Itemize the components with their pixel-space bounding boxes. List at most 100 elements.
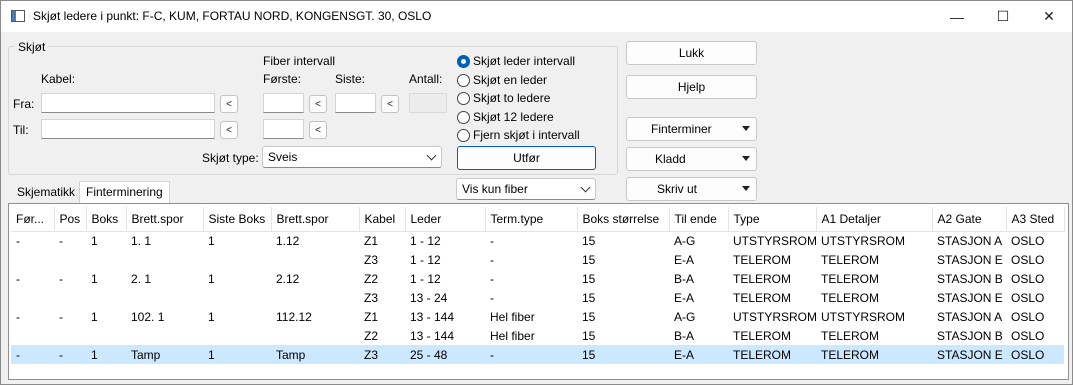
radio-skjot-en-leder[interactable]: Skjøt en leder bbox=[457, 73, 547, 87]
table-cell: UTSTYRSROM bbox=[733, 309, 816, 324]
table-row[interactable]: - -1 Tamp 1 Tamp Z3 25 - 48-15 E-A TELEROM TELERO… bbox=[11, 345, 1064, 364]
column-header[interactable]: Brett.spor bbox=[126, 207, 204, 232]
column-header[interactable]: Leder bbox=[405, 207, 486, 232]
chevron-down-icon bbox=[426, 150, 437, 161]
table-cell: - bbox=[59, 271, 63, 286]
table-cell bbox=[271, 326, 359, 345]
column-header[interactable]: Type bbox=[728, 207, 817, 232]
table-cell: TELEROM bbox=[821, 290, 880, 305]
table-row[interactable]: - - 1 102. 1 1 112.12 Z1 13 - 144 Hel fiber 15 A-G… bbox=[11, 307, 1064, 326]
skjot-type-label: Skjøt type: bbox=[202, 151, 259, 165]
table-cell: - bbox=[16, 271, 20, 286]
forste-til-pick-button[interactable]: < bbox=[309, 121, 327, 139]
table-cell: TELEROM bbox=[816, 345, 932, 364]
column-header[interactable]: Brett.spor bbox=[271, 207, 360, 232]
table-cell: Z3 bbox=[364, 252, 379, 267]
dropdown-arrow-icon[interactable] bbox=[742, 156, 750, 161]
column-header[interactable]: A3 Sted bbox=[1006, 207, 1065, 232]
finterminer-button[interactable]: Finterminer bbox=[626, 117, 757, 141]
radio-label: Skjøt en leder bbox=[473, 73, 548, 87]
maximize-button[interactable]: ☐ bbox=[980, 1, 1026, 32]
skjot-type-select[interactable]: Sveis bbox=[262, 146, 442, 168]
forste-fra-input[interactable] bbox=[263, 93, 304, 113]
column-header[interactable]: A2 Gate bbox=[932, 207, 1007, 232]
column-header[interactable]: Siste Boks bbox=[203, 207, 272, 232]
table-cell: OSLO bbox=[1011, 328, 1045, 343]
title-bar[interactable]: Skjøt ledere i punkt: F-C, KUM, FORTAU N… bbox=[1, 1, 1072, 32]
column-header[interactable]: Term.type bbox=[485, 207, 578, 232]
table-cell: STASJON A bbox=[937, 309, 1003, 324]
til-label: Til: bbox=[13, 123, 29, 137]
table-cell: 15 bbox=[582, 290, 596, 305]
column-header[interactable]: A1 Detaljer bbox=[816, 207, 933, 232]
table-header-row: Før... Pos Boks Brett.spor Siste Boks Br… bbox=[11, 207, 1065, 232]
table-cell: STASJON A bbox=[937, 233, 1003, 248]
dropdown-arrow-icon[interactable] bbox=[742, 186, 750, 191]
table-cell: Z1 bbox=[364, 309, 379, 324]
table-cell bbox=[54, 288, 86, 307]
fiber-interval-label: Fiber intervall bbox=[263, 54, 336, 68]
fra-kabel-pick-button[interactable]: < bbox=[220, 95, 238, 113]
tab-finterminering[interactable]: Finterminering bbox=[79, 181, 170, 203]
table-cell: Z1 bbox=[364, 233, 379, 248]
table-cell bbox=[11, 326, 54, 345]
table-cell bbox=[203, 326, 271, 345]
column-header[interactable]: Kabel bbox=[359, 207, 406, 232]
table-row[interactable]: - - 1 2. 1 1 2.12 Z2 1 - 12 - 15 B-A TELEROM TELEROM… bbox=[11, 269, 1064, 288]
column-header[interactable]: Til ende bbox=[669, 207, 729, 232]
table-cell: B-A bbox=[674, 271, 695, 286]
siste-pick-button[interactable]: < bbox=[381, 95, 399, 113]
radio-unselected-icon bbox=[457, 110, 470, 124]
column-header[interactable]: Pos bbox=[54, 207, 87, 232]
finterminering-table: Før... Pos Boks Brett.spor Siste Boks Br… bbox=[8, 203, 1069, 380]
table-cell: STASJON B bbox=[937, 271, 1003, 286]
app-window-icon bbox=[11, 10, 25, 22]
table-cell: 15 bbox=[582, 252, 596, 267]
forste-til-input[interactable] bbox=[263, 119, 304, 139]
radio-skjot-to-ledere[interactable]: Skjøt to ledere bbox=[457, 91, 550, 105]
table-cell: - bbox=[490, 233, 494, 248]
minimize-button[interactable]: — bbox=[934, 1, 980, 32]
table-cell: TELEROM bbox=[821, 252, 880, 267]
dropdown-arrow-icon[interactable] bbox=[742, 126, 750, 131]
til-kabel-pick-button[interactable]: < bbox=[220, 121, 238, 139]
fra-kabel-input[interactable] bbox=[41, 93, 215, 113]
kladd-button[interactable]: Kladd bbox=[626, 147, 757, 171]
column-header[interactable]: Boks størrelse bbox=[577, 207, 670, 232]
til-kabel-input[interactable] bbox=[41, 119, 215, 139]
table-cell: 1 bbox=[91, 233, 98, 248]
tab-skjematikk[interactable]: Skjematikk bbox=[11, 182, 81, 202]
siste-input[interactable] bbox=[335, 93, 376, 113]
table-row[interactable]: Z3 1 - 12 - 15 E-A TELEROM TELEROM STASJON E OSL… bbox=[11, 250, 1064, 269]
table-cell: - bbox=[59, 309, 63, 324]
table-cell: 15 bbox=[582, 233, 596, 248]
table-cell: TELEROM bbox=[733, 328, 792, 343]
table-cell: 112.12 bbox=[276, 309, 312, 324]
column-header[interactable]: Boks bbox=[86, 207, 127, 232]
table-cell: 1 bbox=[208, 233, 215, 248]
table-cell: 1 bbox=[208, 309, 215, 324]
radio-skjot-12-ledere[interactable]: Skjøt 12 ledere bbox=[457, 110, 554, 124]
table-cell: 1 - 12 bbox=[410, 233, 441, 248]
skriv-ut-button[interactable]: Skriv ut bbox=[626, 177, 757, 201]
table-cell: UTSTYRSROM bbox=[733, 233, 816, 248]
table-row[interactable]: Z3 13 - 24 - 15 E-A TELEROM TELEROM STASJON E OS… bbox=[11, 288, 1064, 307]
radio-unselected-icon bbox=[457, 91, 470, 105]
radio-skjot-leder-intervall[interactable]: Skjøt leder intervall bbox=[457, 54, 575, 68]
table-row[interactable]: Z2 13 - 144 Hel fiber 15 B-A TELEROM TELEROM ST… bbox=[11, 326, 1064, 345]
table-cell: 1 bbox=[203, 345, 271, 364]
column-header[interactable]: Før... bbox=[11, 207, 55, 232]
forste-fra-pick-button[interactable]: < bbox=[309, 95, 327, 113]
forste-label: Første: bbox=[263, 72, 301, 86]
table-cell: 15 bbox=[582, 309, 596, 324]
utfor-button[interactable]: Utfør bbox=[457, 146, 596, 170]
table-row[interactable]: - - 1 1. 1 1 1.12 Z1 1 - 12 - 15 A-G UTSTYRSROM UTST… bbox=[11, 231, 1064, 250]
table-cell: 15 bbox=[582, 271, 596, 286]
fiber-filter-select[interactable]: Vis kun fiber bbox=[456, 178, 596, 200]
radio-selected-icon bbox=[457, 54, 470, 68]
hjelp-button[interactable]: Hjelp bbox=[626, 75, 757, 99]
close-button[interactable]: ✕ bbox=[1026, 1, 1072, 32]
lukk-button[interactable]: Lukk bbox=[626, 41, 757, 65]
radio-fjern-skjot-i-intervall[interactable]: Fjern skjøt i intervall bbox=[457, 128, 580, 142]
radio-unselected-icon bbox=[457, 128, 470, 142]
